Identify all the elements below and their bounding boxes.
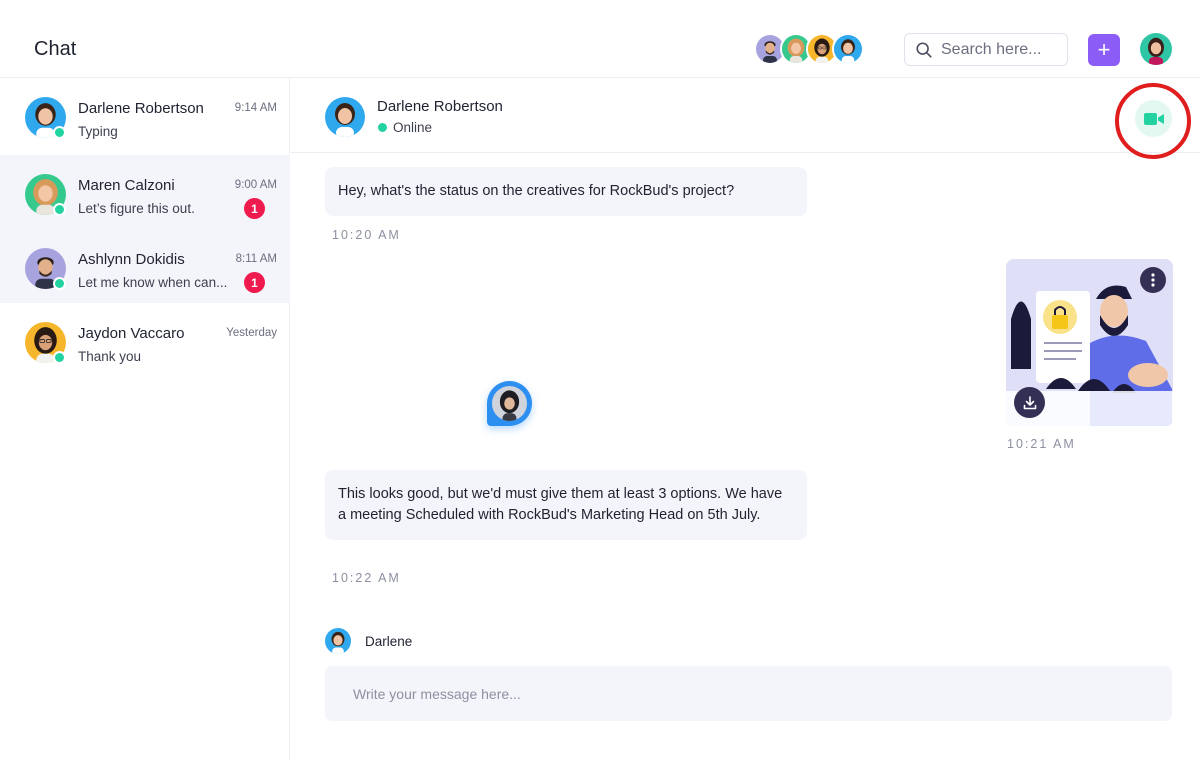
contact-name: Maren Calzoni xyxy=(78,177,175,194)
top-header: Chat + xyxy=(0,0,1200,78)
message-bubble: This looks good, but we'd must give them… xyxy=(325,470,807,540)
image-options-button[interactable] xyxy=(1140,267,1166,293)
message-time: Yesterday xyxy=(226,327,277,339)
plus-icon: + xyxy=(1097,37,1111,62)
unread-badge: 1 xyxy=(244,272,265,293)
contact-name: Ashlynn Dokidis xyxy=(78,251,185,268)
message-preview: Let’s figure this out. xyxy=(78,201,195,216)
message-text: This looks good, but we'd must give them… xyxy=(338,486,783,523)
add-button[interactable]: + xyxy=(1088,34,1120,66)
typing-user-name: Darlene xyxy=(365,633,413,649)
conversation-item-ashlynn[interactable]: Ashlynn Dokidis Let me know when can... … xyxy=(0,229,290,303)
video-camera-icon xyxy=(1143,112,1164,125)
more-vertical-icon xyxy=(1151,273,1155,287)
conversation-item-darlene[interactable]: Darlene Robertson Typing 9:14 AM xyxy=(0,78,290,152)
message-preview: Typing xyxy=(78,124,118,139)
avatar xyxy=(325,628,351,654)
floating-chat-head[interactable] xyxy=(487,381,532,426)
search-input[interactable] xyxy=(941,40,1061,59)
contact-name: Darlene Robertson xyxy=(78,100,204,117)
message-time: 9:00 AM xyxy=(234,179,277,191)
contact-avatar[interactable] xyxy=(325,97,365,137)
contact-name: Jaydon Vaccaro xyxy=(78,325,185,342)
message-input[interactable] xyxy=(325,666,1172,721)
online-indicator xyxy=(53,203,66,216)
message-time: 9:14 AM xyxy=(234,102,277,114)
online-indicator xyxy=(53,277,66,290)
participants-avatar-stack[interactable] xyxy=(754,33,864,65)
message-time: 10:21 AM xyxy=(1007,437,1076,451)
online-indicator xyxy=(378,123,387,132)
typing-indicator: Darlene xyxy=(325,628,412,654)
participant-avatar[interactable] xyxy=(832,33,864,65)
conversation-list: Darlene Robertson Typing 9:14 AM Maren C… xyxy=(0,78,290,760)
video-call-button[interactable] xyxy=(1135,100,1172,137)
message-preview: Thank you xyxy=(78,349,142,364)
conversation-item-jaydon[interactable]: Jaydon Vaccaro Thank you Yesterday xyxy=(0,303,290,377)
image-attachment[interactable] xyxy=(1006,259,1173,426)
download-icon xyxy=(1023,395,1036,409)
message-text: Hey, what's the status on the creatives … xyxy=(338,183,735,199)
contact-name: Darlene Robertson xyxy=(377,98,503,115)
online-indicator xyxy=(53,126,66,139)
download-button[interactable] xyxy=(1014,387,1045,418)
current-user-avatar[interactable] xyxy=(1140,33,1172,65)
page-title: Chat xyxy=(34,38,77,60)
online-indicator xyxy=(53,351,66,364)
avatar xyxy=(492,386,527,421)
conversation-item-maren[interactable]: Maren Calzoni Let’s figure this out. 9:0… xyxy=(0,155,290,229)
search-box[interactable] xyxy=(904,33,1068,66)
unread-badge: 1 xyxy=(244,198,265,219)
message-time: 8:11 AM xyxy=(235,253,277,265)
message-time: 10:20 AM xyxy=(332,228,401,242)
message-time: 10:22 AM xyxy=(332,571,401,585)
contact-status: Online xyxy=(393,120,433,135)
chat-header: Darlene Robertson Online xyxy=(291,78,1200,159)
message-bubble: Hey, what's the status on the creatives … xyxy=(325,167,807,216)
search-icon xyxy=(916,41,932,58)
message-preview: Let me know when can... xyxy=(78,275,228,290)
